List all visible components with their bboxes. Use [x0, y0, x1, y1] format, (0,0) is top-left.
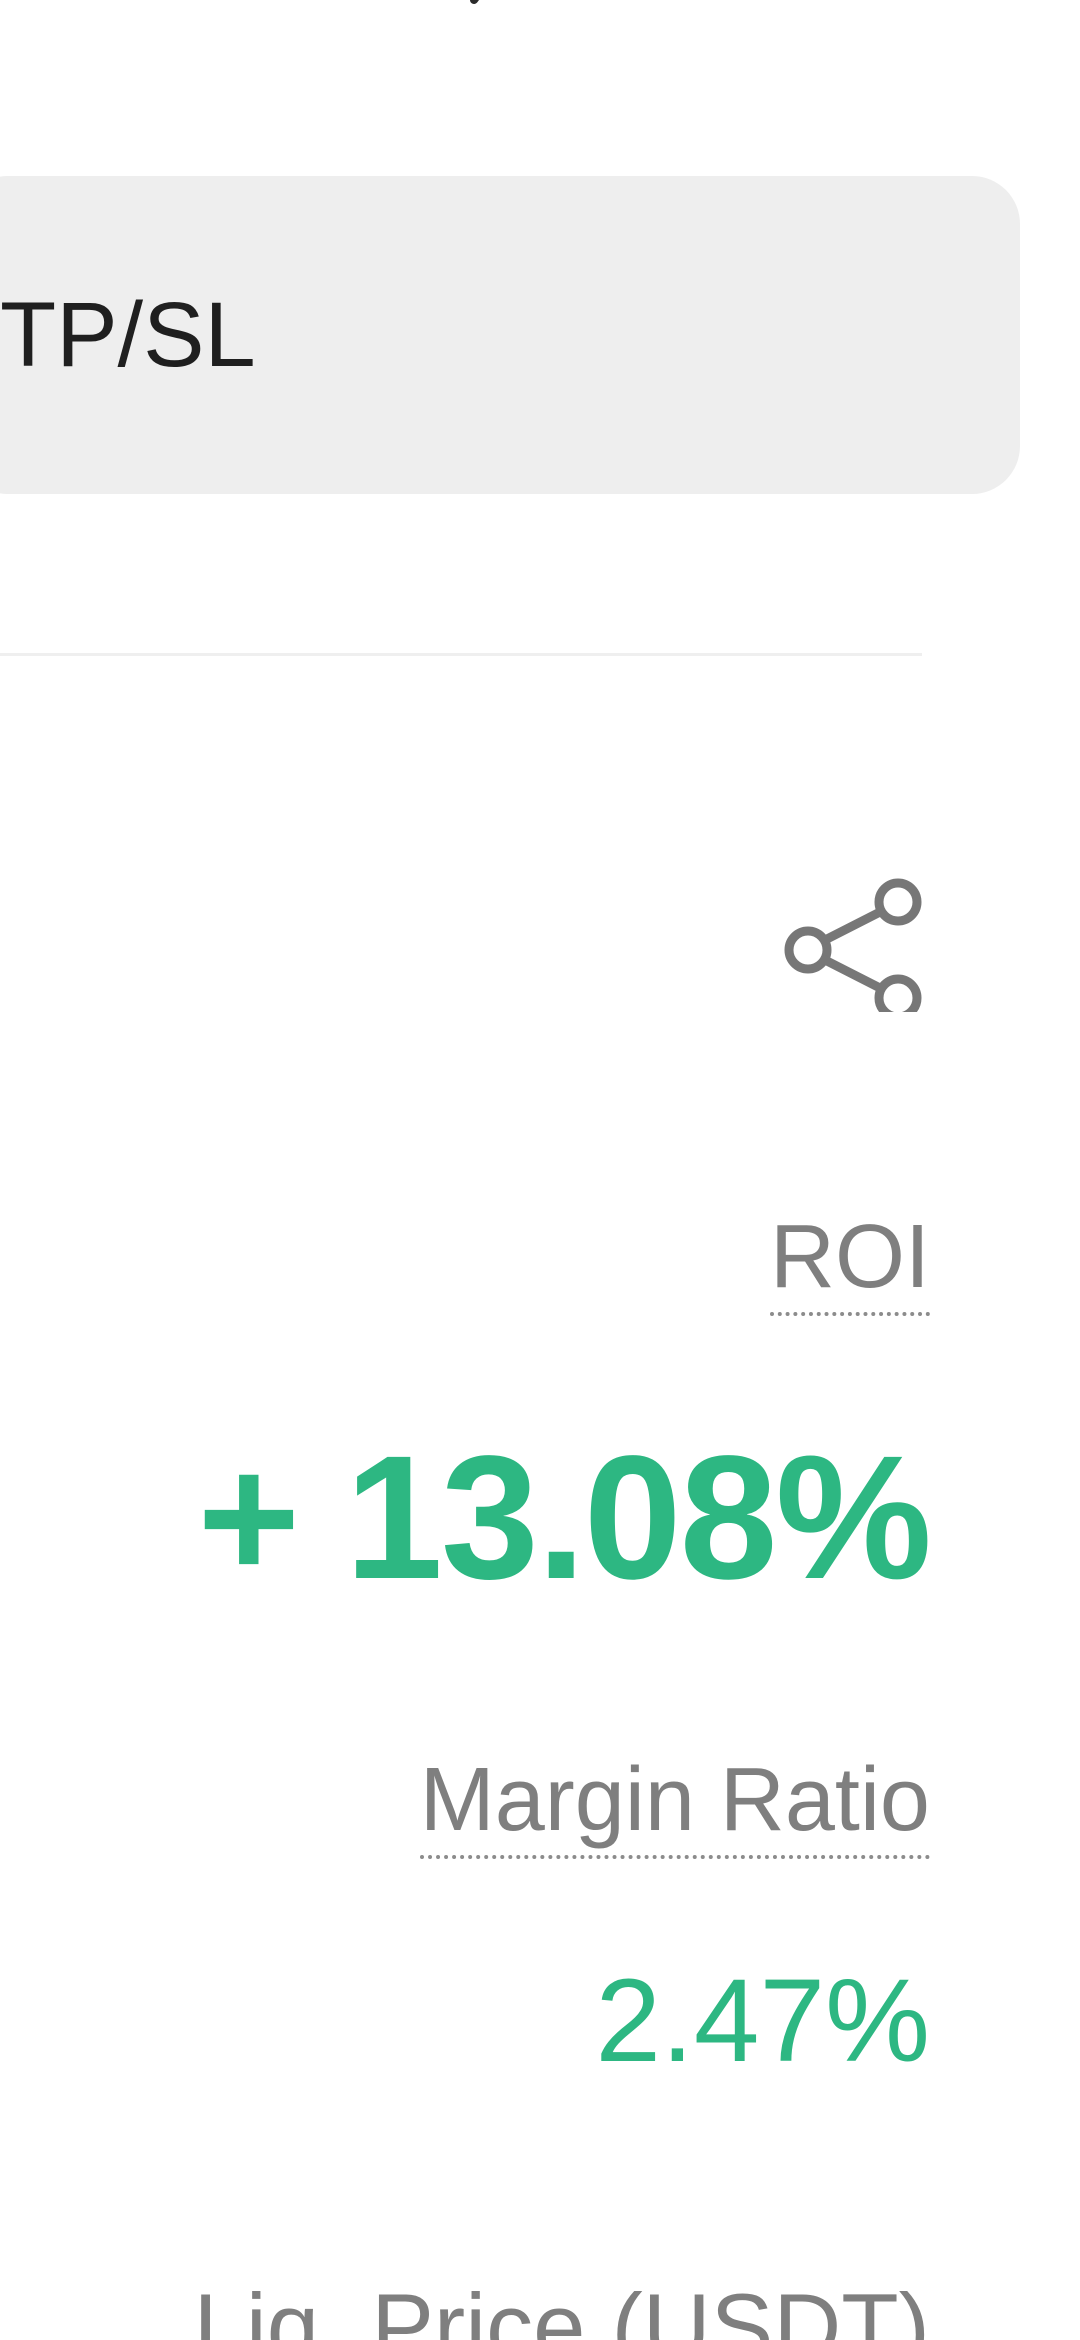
roi-label[interactable]: ROI — [769, 1212, 930, 1316]
share-icon — [784, 878, 922, 1012]
section-divider — [0, 653, 922, 656]
margin-ratio-value: 2.47% — [595, 1955, 930, 2087]
position-details-page: TP/SL ROI + 13.08% Margin Ratio 2.47% Li… — [0, 0, 1080, 2340]
tpsl-label: TP/SL — [0, 284, 256, 386]
roi-value: + 13.08% — [197, 1420, 932, 1616]
margin-ratio-label[interactable]: Margin Ratio — [419, 1755, 930, 1859]
share-button[interactable] — [778, 862, 928, 1012]
top-text-fragment-icon — [468, 0, 508, 12]
tpsl-button[interactable]: TP/SL — [0, 176, 1020, 494]
liquidation-price-label: Liq. Price (USDT) — [193, 2274, 930, 2340]
